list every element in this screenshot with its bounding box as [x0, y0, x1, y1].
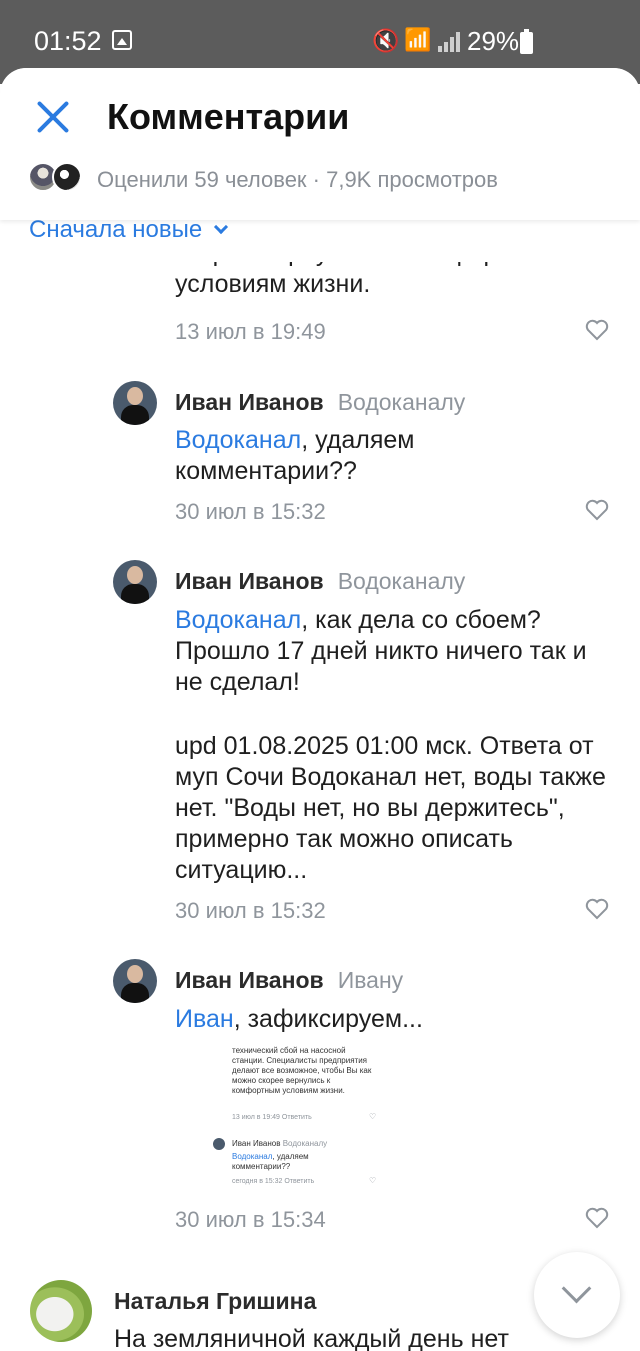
comment-text: скорее вернулись к комфортным условиям ж…	[175, 239, 558, 298]
reply-to[interactable]: Водоканалу	[338, 568, 466, 594]
comment-author[interactable]: Иван Иванов Ивану	[175, 967, 403, 994]
scroll-down-button[interactable]	[534, 1252, 620, 1338]
thumb-meta: сегодня в 15:32 Ответить	[232, 1178, 315, 1185]
author-name[interactable]: Иван Иванов	[175, 568, 324, 594]
author-name[interactable]: Иван Иванов	[175, 389, 324, 415]
thumb-mention: Водоканал	[232, 1152, 273, 1161]
mention-link[interactable]: Водоканал	[175, 606, 301, 634]
status-time: 01:52	[34, 26, 102, 56]
wifi-icon: 📶	[404, 27, 432, 52]
avatar[interactable]	[113, 959, 157, 1003]
avatar[interactable]	[30, 1280, 92, 1342]
like-icon[interactable]	[585, 1207, 609, 1229]
comment-update-text: upd 01.08.2025 01:00 мск. Ответа от муп …	[175, 732, 606, 884]
thumb-meta: 13 июл в 19:49 Ответить	[232, 1114, 312, 1121]
thumb-author: Иван Иванов Водоканалу	[232, 1139, 327, 1149]
likers-avatars[interactable]	[28, 162, 88, 194]
signal-icon	[438, 32, 460, 52]
comment-text: Водоканал, удаляем комментарии??	[175, 425, 595, 487]
thumb-like-icon: ♡	[369, 1112, 377, 1121]
likes-summary[interactable]: Оценили 59 человек · 7,9K просмотров	[97, 167, 498, 193]
comment-text: На земляничной каждый день нет	[114, 1325, 509, 1351]
page-title: Комментарии	[107, 96, 350, 137]
close-icon[interactable]	[34, 98, 72, 136]
attached-screenshot[interactable]: технический сбой на насосной станции. Сп…	[207, 1032, 397, 1187]
comment-date: 30 июл в 15:32	[175, 898, 326, 923]
comment-date: 13 июл в 19:49	[175, 319, 326, 344]
thumb-reply-to: Водоканалу	[282, 1139, 328, 1148]
thumb-reply-text: Водоканал, удаляем комментарии??	[232, 1152, 312, 1172]
avatar[interactable]	[113, 381, 157, 425]
comments-header: Комментарии Оценили 59 человек · 7,9K пр…	[0, 68, 640, 220]
comment-text: Водоканал, как дела со сбоем? Прошло 17 …	[175, 605, 610, 698]
reply-to[interactable]: Ивану	[338, 967, 404, 993]
sort-label[interactable]: Сначала новые	[29, 216, 202, 243]
mute-icon: 🔇	[372, 28, 400, 53]
comment-text: Иван, зафиксируем...	[175, 1004, 610, 1035]
thumb-avatar	[213, 1138, 225, 1150]
battery-icon	[520, 29, 533, 54]
gallery-notification-icon	[112, 30, 132, 50]
like-icon[interactable]	[585, 898, 609, 920]
avatar[interactable]	[52, 162, 82, 192]
comment-author[interactable]: Наталья Гришина	[114, 1288, 316, 1315]
thumb-like-icon: ♡	[369, 1176, 377, 1185]
comments-list[interactable]: скорее вернулись к комфортным условиям ж…	[0, 68, 640, 1351]
like-icon[interactable]	[585, 319, 609, 341]
mention-link[interactable]: Водоканал	[175, 426, 301, 454]
author-name[interactable]: Иван Иванов	[175, 967, 324, 993]
comments-sheet: скорее вернулись к комфортным условиям ж…	[0, 68, 640, 1351]
mention-link[interactable]: Иван	[175, 1005, 234, 1033]
comment-date: 30 июл в 15:34	[175, 1207, 326, 1232]
thumb-text: технический сбой на насосной станции. Сп…	[232, 1046, 372, 1095]
comment-author[interactable]: Иван Иванов Водоканалу	[175, 389, 465, 416]
chevron-down-icon[interactable]	[214, 219, 229, 235]
comment-body: , зафиксируем...	[233, 1005, 423, 1033]
comment-author[interactable]: Иван Иванов Водоканалу	[175, 568, 465, 595]
comment-date: 30 июл в 15:32	[175, 499, 326, 524]
sort-dropdown[interactable]: Сначала новые	[29, 216, 229, 244]
battery-percent: 29%	[467, 26, 520, 56]
reply-to[interactable]: Водоканалу	[338, 389, 466, 415]
thumb-author-name: Иван Иванов	[232, 1139, 281, 1148]
like-icon[interactable]	[585, 499, 609, 521]
avatar[interactable]	[113, 560, 157, 604]
